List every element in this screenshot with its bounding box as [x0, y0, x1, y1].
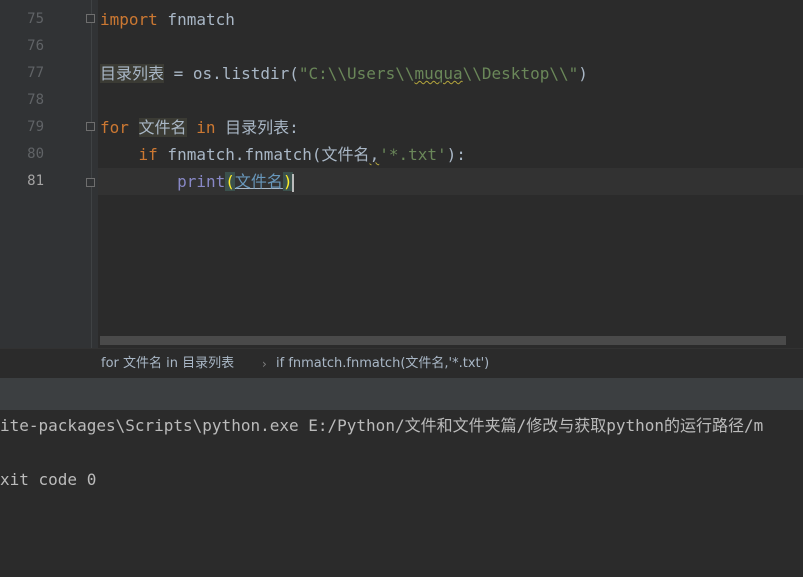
fold-divider	[91, 0, 92, 348]
console-exit-line: xit code 0	[0, 470, 97, 489]
keyword-in: in	[196, 118, 216, 137]
keyword-for: for	[100, 118, 129, 137]
code-text: = os.listdir(	[164, 64, 299, 83]
string-literal: "C:\\Users\\	[298, 64, 415, 83]
line-number-gutter: 75 76 77 78 79 80 81	[0, 0, 98, 348]
line-number: 76	[27, 38, 44, 54]
code-text: ):	[446, 145, 466, 164]
breadcrumb: for 文件名 in 目录列表 › if fnmatch.fnmatch(文件名…	[0, 348, 803, 379]
variable-reference: 文件名	[234, 172, 283, 191]
code-editor[interactable]: 75 76 77 78 79 80 81 import fnmatch 目录列表…	[0, 0, 803, 348]
code-text: )	[578, 64, 588, 83]
fold-marker-icon[interactable]	[86, 122, 95, 131]
pep8-warning: ,	[369, 145, 380, 164]
fold-end-marker-icon[interactable]	[86, 178, 95, 187]
horizontal-scrollbar[interactable]	[100, 336, 786, 345]
code-line-77[interactable]: 目录列表 = os.listdir("C:\\Users\\muqua\\Des…	[100, 60, 588, 87]
text-cursor	[291, 173, 294, 192]
code-line-81[interactable]: print(文件名)	[100, 168, 294, 195]
string-literal: '*.txt'	[379, 145, 447, 164]
code-text: 目录列表:	[215, 118, 299, 137]
code-text: fnmatch.fnmatch(文件名	[157, 145, 370, 164]
code-line-75[interactable]: import fnmatch	[100, 6, 235, 33]
run-console[interactable]: ite-packages\Scripts\python.exe E:/Pytho…	[0, 411, 803, 577]
keyword-if: if	[138, 145, 158, 164]
brace-match-open: (	[225, 172, 235, 191]
fold-marker-icon[interactable]	[86, 14, 95, 23]
line-number: 79	[27, 119, 44, 135]
code-line-79[interactable]: for 文件名 in 目录列表:	[100, 114, 299, 141]
breadcrumb-item-for[interactable]: for 文件名 in 目录列表	[101, 349, 234, 379]
line-number-current: 81	[27, 173, 44, 189]
line-number: 80	[27, 146, 44, 162]
string-literal: \\Desktop\\"	[462, 64, 579, 83]
breadcrumb-item-if[interactable]: if fnmatch.fnmatch(文件名,'*.txt')	[276, 349, 489, 379]
builtin-print: print	[177, 172, 226, 191]
loop-variable: 文件名	[138, 118, 187, 137]
console-command-line: ite-packages\Scripts\python.exe E:/Pytho…	[0, 416, 764, 435]
keyword-import: import	[100, 10, 158, 29]
chevron-right-icon: ›	[262, 357, 267, 371]
code-line-80[interactable]: if fnmatch.fnmatch(文件名,'*.txt'):	[100, 141, 466, 168]
line-number: 75	[27, 11, 44, 27]
typo-warning: muqua	[414, 64, 463, 83]
line-number: 78	[27, 92, 44, 108]
module-name: fnmatch	[157, 10, 235, 29]
line-number: 77	[27, 65, 44, 81]
run-panel-header[interactable]	[0, 378, 803, 411]
variable-highlight: 目录列表	[100, 64, 165, 83]
